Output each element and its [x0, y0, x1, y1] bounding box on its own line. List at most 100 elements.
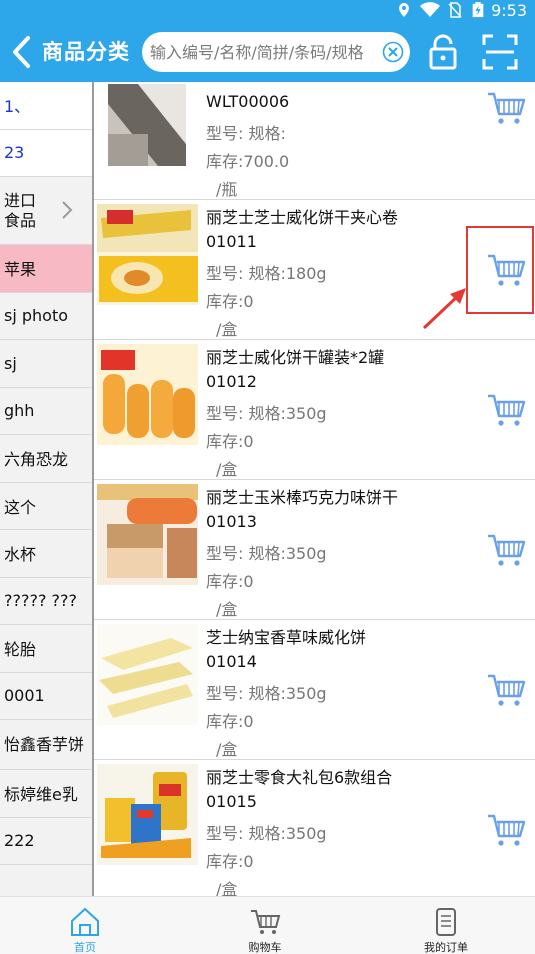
- nav-cart[interactable]: 购物车: [205, 897, 325, 954]
- product-code: WLT00006: [206, 92, 290, 111]
- sidebar-item-taro-cake[interactable]: 怡鑫香芋饼: [0, 720, 92, 770]
- product-image: [97, 484, 198, 585]
- sidebar-item-23[interactable]: 23: [0, 129, 92, 177]
- lock-icon[interactable]: [428, 34, 458, 70]
- product-spec: 型号: 规格:: [206, 124, 286, 143]
- scan-icon[interactable]: [482, 34, 518, 70]
- product-photo: [97, 344, 198, 445]
- sidebar-item-label: ghh: [4, 401, 35, 421]
- product-code: 01013: [206, 512, 257, 531]
- product-row[interactable]: 丽芝士零食大礼包6款组合 01015 型号: 规格:350g 库存:0 /盒: [94, 760, 535, 896]
- product-unit: /盒: [216, 460, 238, 479]
- sidebar-item-axolotl[interactable]: 六角恐龙: [0, 435, 92, 483]
- top-bar: 9:53 商品分类: [0, 0, 535, 82]
- sidebar-item-label: 0001: [4, 686, 45, 706]
- nav-home[interactable]: 首页: [25, 897, 145, 954]
- sidebar-item-label: 轮胎: [4, 640, 37, 660]
- sidebar-item-unknown[interactable]: ????? ???: [0, 577, 92, 625]
- page-title: 商品分类: [42, 40, 130, 64]
- sidebar-item-label: sj photo: [4, 306, 69, 326]
- product-unit: /盒: [216, 600, 238, 619]
- nav-orders-label: 我的订单: [424, 941, 468, 954]
- sidebar-item-sj[interactable]: sj: [0, 340, 92, 388]
- search-box[interactable]: [142, 32, 410, 72]
- add-to-cart-icon[interactable]: [486, 530, 526, 570]
- product-stock: 库存:0: [206, 712, 254, 731]
- nav-cart-label: 购物车: [248, 941, 282, 954]
- product-stock: 库存:0: [206, 432, 254, 451]
- product-spec: 型号: 规格:350g: [206, 404, 327, 423]
- product-row[interactable]: 丽芝士威化饼干罐装*2罐 01012 型号: 规格:350g 库存:0 /盒: [94, 340, 535, 480]
- sidebar-item-milk[interactable]: 标婷维e乳: [0, 770, 92, 818]
- sidebar-item-cup[interactable]: 水杯: [0, 530, 92, 578]
- sidebar-item-0001[interactable]: 0001: [0, 672, 92, 720]
- sidebar-item-label: 怡鑫香芋饼: [4, 734, 85, 754]
- sidebar-item-imported-food[interactable]: 进口 食品: [0, 177, 92, 245]
- back-arrow-icon[interactable]: [8, 34, 36, 70]
- wifi-icon: [420, 2, 440, 17]
- clear-search-icon[interactable]: [382, 41, 404, 63]
- product-stock: 库存:0: [206, 572, 254, 591]
- product-unit: /瓶: [216, 180, 238, 199]
- add-to-cart-icon[interactable]: [486, 390, 526, 430]
- sidebar-item-tire[interactable]: 轮胎: [0, 625, 92, 673]
- sidebar-item-apple[interactable]: 苹果: [0, 245, 92, 293]
- sidebar-item-222[interactable]: 222: [0, 817, 92, 865]
- product-stock: 库存:700.0: [206, 152, 290, 171]
- product-code: 01011: [206, 232, 257, 251]
- product-row[interactable]: 丽芝士玉米棒巧克力味饼干 01013 型号: 规格:350g 库存:0 /盒: [94, 480, 535, 620]
- cart-icon: [251, 910, 281, 934]
- product-name: 丽芝士芝士威化饼干夹心卷: [206, 208, 399, 227]
- add-to-cart-icon[interactable]: [486, 88, 526, 128]
- add-to-cart-icon[interactable]: [486, 810, 526, 850]
- product-image: [108, 84, 186, 166]
- sidebar-item-label: 进口 食品: [4, 190, 37, 230]
- no-sim-icon: [448, 2, 462, 18]
- product-spec: 型号: 规格:350g: [206, 824, 327, 843]
- sidebar-item-label: sj: [4, 353, 17, 373]
- battery-charging-icon: [472, 2, 484, 18]
- product-row[interactable]: 芝士纳宝香草味威化饼 01014 型号: 规格:350g 库存:0 /盒: [94, 620, 535, 760]
- status-bar: 9:53: [0, 0, 535, 22]
- search-input[interactable]: [150, 40, 378, 64]
- sidebar-item-label: ????? ???: [4, 591, 78, 611]
- product-photo: [97, 484, 198, 585]
- product-image: [97, 344, 198, 445]
- product-unit: /盒: [216, 740, 238, 759]
- sidebar-item-label: 这个: [4, 497, 37, 517]
- chevron-right-icon: [62, 201, 73, 219]
- category-sidebar[interactable]: 1、 23 进口 食品 苹果 sj photo sj ghh 六角恐龙 这个 水…: [0, 82, 94, 896]
- product-stock: 库存:0: [206, 852, 254, 871]
- home-icon: [71, 907, 99, 936]
- status-time: 9:53: [491, 1, 527, 20]
- nav-home-label: 首页: [74, 941, 96, 954]
- sidebar-item-1[interactable]: 1、: [0, 82, 92, 130]
- header: 商品分类: [0, 22, 535, 82]
- product-code: 01012: [206, 372, 257, 391]
- sidebar-item-this[interactable]: 这个: [0, 482, 92, 530]
- product-stock: 库存:0: [206, 292, 254, 311]
- sidebar-item-label: 222: [4, 831, 35, 851]
- sidebar-item-label: 水杯: [4, 545, 37, 565]
- product-row[interactable]: WLT00006 型号: 规格: 库存:700.0 /瓶: [94, 82, 535, 200]
- product-name: 丽芝士零食大礼包6款组合: [206, 768, 393, 787]
- product-spec: 型号: 规格:350g: [206, 544, 327, 563]
- sidebar-item-label: 标婷维e乳: [4, 785, 78, 805]
- sidebar-item-ghh[interactable]: ghh: [0, 387, 92, 435]
- product-code: 01015: [206, 792, 257, 811]
- product-image: [97, 764, 198, 865]
- product-image: [97, 204, 198, 305]
- product-spec: 型号: 规格:350g: [206, 684, 327, 703]
- sidebar-item-sj-photo[interactable]: sj photo: [0, 292, 92, 340]
- product-name: 丽芝士玉米棒巧克力味饼干: [206, 488, 399, 507]
- sidebar-item-label: 23: [4, 143, 25, 163]
- highlight-box: [466, 226, 534, 314]
- location-icon: [399, 3, 409, 17]
- add-to-cart-icon[interactable]: [486, 670, 526, 710]
- product-list[interactable]: WLT00006 型号: 规格: 库存:700.0 /瓶 丽芝士芝士威化饼干夹心…: [94, 82, 535, 896]
- nav-orders[interactable]: 我的订单: [386, 897, 506, 954]
- product-code: 01014: [206, 652, 257, 671]
- sidebar-item-label: 六角恐龙: [4, 450, 69, 470]
- sidebar-item-label: 苹果: [4, 260, 37, 280]
- product-unit: /盒: [216, 880, 238, 896]
